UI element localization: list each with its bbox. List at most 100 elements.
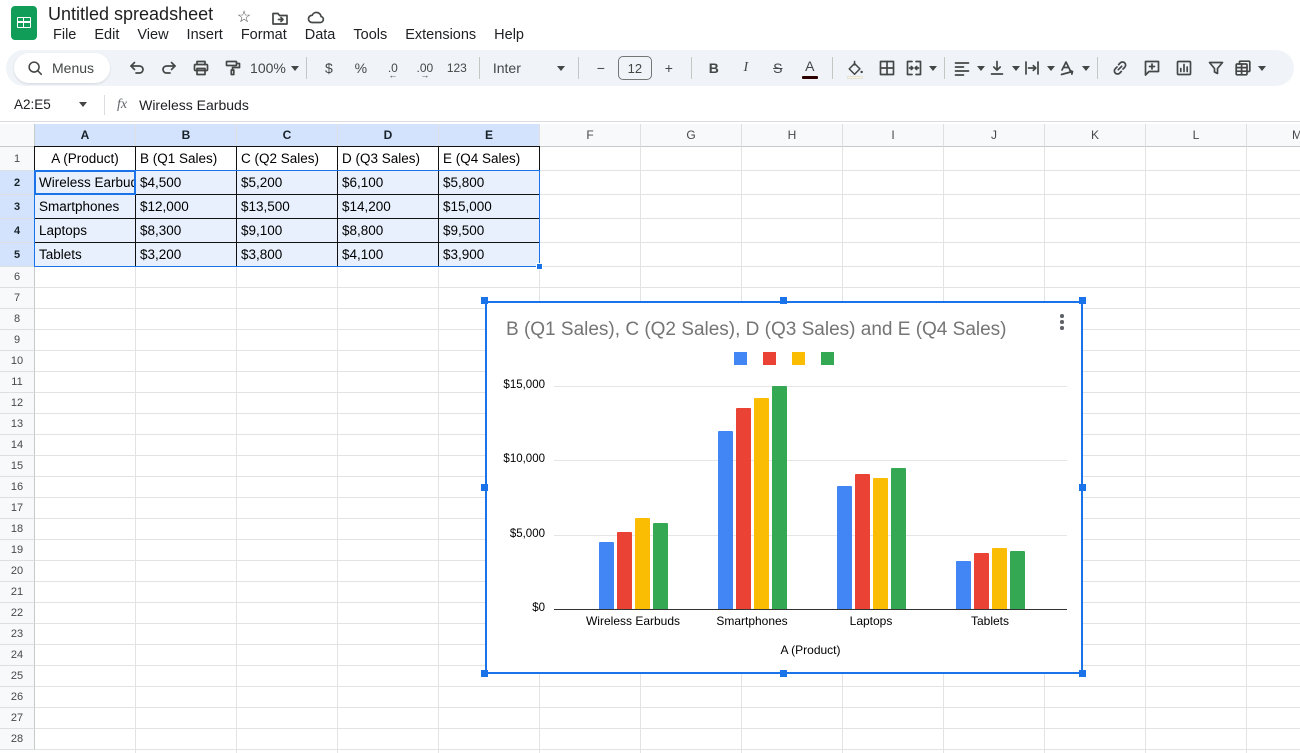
increase-decimals-button[interactable]: .00→ xyxy=(410,54,440,82)
row-header-6[interactable]: 6 xyxy=(0,267,35,288)
row-header-28[interactable]: 28 xyxy=(0,729,35,750)
text-color-button[interactable]: A xyxy=(795,54,825,82)
menu-data[interactable]: Data xyxy=(296,26,345,44)
cell-C4[interactable]: $9,100 xyxy=(237,219,338,243)
cell-C3[interactable]: $13,500 xyxy=(237,195,338,219)
font-select[interactable]: Inter xyxy=(487,54,571,82)
menu-view[interactable]: View xyxy=(128,26,177,44)
column-header-a[interactable]: A xyxy=(35,124,136,147)
embedded-chart[interactable]: B (Q1 Sales), C (Q2 Sales), D (Q3 Sales)… xyxy=(485,301,1083,674)
select-all-corner[interactable] xyxy=(0,124,35,147)
borders-button[interactable] xyxy=(872,54,902,82)
row-header-14[interactable]: 14 xyxy=(0,435,35,456)
chart-resize-handle[interactable] xyxy=(1079,484,1086,491)
decrease-decimals-button[interactable]: .0← xyxy=(378,54,408,82)
cloud-status-icon[interactable] xyxy=(306,8,326,28)
row-header-17[interactable]: 17 xyxy=(0,498,35,519)
column-header-h[interactable]: H xyxy=(742,124,843,147)
row-header-18[interactable]: 18 xyxy=(0,519,35,540)
text-wrapping-button[interactable] xyxy=(1022,54,1055,82)
text-rotation-button[interactable] xyxy=(1057,54,1090,82)
row-header-5[interactable]: 5 xyxy=(0,243,35,267)
redo-button[interactable] xyxy=(154,54,184,82)
chart-resize-handle[interactable] xyxy=(780,297,787,304)
cell-A3[interactable]: Smartphones xyxy=(35,195,136,219)
column-header-d[interactable]: D xyxy=(338,124,439,147)
cell-B4[interactable]: $8,300 xyxy=(136,219,237,243)
italic-button[interactable]: I xyxy=(731,54,761,82)
cell-E2[interactable]: $5,800 xyxy=(439,171,540,195)
cell-E1[interactable]: E (Q4 Sales) xyxy=(439,147,540,171)
table-views-button[interactable] xyxy=(1233,54,1266,82)
chart-resize-handle[interactable] xyxy=(481,297,488,304)
cell-E5[interactable]: $3,900 xyxy=(439,243,540,267)
row-header-7[interactable]: 7 xyxy=(0,288,35,309)
decrease-font-size-button[interactable]: − xyxy=(586,54,616,82)
cell-C5[interactable]: $3,800 xyxy=(237,243,338,267)
font-size-input[interactable]: 12 xyxy=(618,56,652,80)
format-currency-button[interactable]: $ xyxy=(314,54,344,82)
cell-D4[interactable]: $8,800 xyxy=(338,219,439,243)
more-formats-button[interactable]: 123 xyxy=(442,54,472,82)
cell-D1[interactable]: D (Q3 Sales) xyxy=(338,147,439,171)
cell-B5[interactable]: $3,200 xyxy=(136,243,237,267)
column-header-l[interactable]: L xyxy=(1146,124,1247,147)
formula-input[interactable]: Wireless Earbuds xyxy=(139,97,249,113)
strikethrough-button[interactable]: S xyxy=(763,54,793,82)
column-header-i[interactable]: I xyxy=(843,124,944,147)
menus-search-button[interactable]: Menus xyxy=(14,53,110,83)
row-header-22[interactable]: 22 xyxy=(0,603,35,624)
menu-extensions[interactable]: Extensions xyxy=(396,26,485,44)
cell-A1[interactable]: A (Product) xyxy=(35,147,136,171)
row-header-15[interactable]: 15 xyxy=(0,456,35,477)
cell-D2[interactable]: $6,100 xyxy=(338,171,439,195)
column-header-m[interactable]: M xyxy=(1247,124,1300,147)
column-header-e[interactable]: E xyxy=(439,124,540,147)
row-header-9[interactable]: 9 xyxy=(0,330,35,351)
row-header-19[interactable]: 19 xyxy=(0,540,35,561)
cell-D5[interactable]: $4,100 xyxy=(338,243,439,267)
menu-file[interactable]: File xyxy=(44,26,85,44)
paint-format-button[interactable] xyxy=(218,54,248,82)
document-title[interactable]: Untitled spreadsheet xyxy=(48,4,213,25)
chart-resize-handle[interactable] xyxy=(780,670,787,677)
undo-button[interactable] xyxy=(122,54,152,82)
row-header-8[interactable]: 8 xyxy=(0,309,35,330)
menu-help[interactable]: Help xyxy=(485,26,533,44)
menu-tools[interactable]: Tools xyxy=(344,26,396,44)
cell-A5[interactable]: Tablets xyxy=(35,243,136,267)
row-header-20[interactable]: 20 xyxy=(0,561,35,582)
row-header-12[interactable]: 12 xyxy=(0,393,35,414)
row-header-10[interactable]: 10 xyxy=(0,351,35,372)
row-header-1[interactable]: 1 xyxy=(0,147,35,171)
insert-comment-button[interactable] xyxy=(1137,54,1167,82)
fill-color-button[interactable] xyxy=(840,54,870,82)
row-header-24[interactable]: 24 xyxy=(0,645,35,666)
chart-resize-handle[interactable] xyxy=(481,670,488,677)
print-button[interactable] xyxy=(186,54,216,82)
cell-B3[interactable]: $12,000 xyxy=(136,195,237,219)
column-header-k[interactable]: K xyxy=(1045,124,1146,147)
cell-C2[interactable]: $5,200 xyxy=(237,171,338,195)
menu-format[interactable]: Format xyxy=(232,26,296,44)
merge-cells-button[interactable] xyxy=(904,54,937,82)
row-header-16[interactable]: 16 xyxy=(0,477,35,498)
column-header-g[interactable]: G xyxy=(641,124,742,147)
row-header-4[interactable]: 4 xyxy=(0,219,35,243)
insert-chart-button[interactable] xyxy=(1169,54,1199,82)
cell-E3[interactable]: $15,000 xyxy=(439,195,540,219)
sheets-logo-icon[interactable] xyxy=(11,6,37,40)
cell-E4[interactable]: $9,500 xyxy=(439,219,540,243)
cell-A4[interactable]: Laptops xyxy=(35,219,136,243)
row-header-3[interactable]: 3 xyxy=(0,195,35,219)
column-header-c[interactable]: C xyxy=(237,124,338,147)
column-header-b[interactable]: B xyxy=(136,124,237,147)
cell-B1[interactable]: B (Q1 Sales) xyxy=(136,147,237,171)
star-icon[interactable]: ☆ xyxy=(234,8,254,28)
row-header-27[interactable]: 27 xyxy=(0,708,35,729)
cell-D3[interactable]: $14,200 xyxy=(338,195,439,219)
format-percent-button[interactable]: % xyxy=(346,54,376,82)
horizontal-align-button[interactable] xyxy=(952,54,985,82)
vertical-align-button[interactable] xyxy=(987,54,1020,82)
create-filter-button[interactable] xyxy=(1201,54,1231,82)
